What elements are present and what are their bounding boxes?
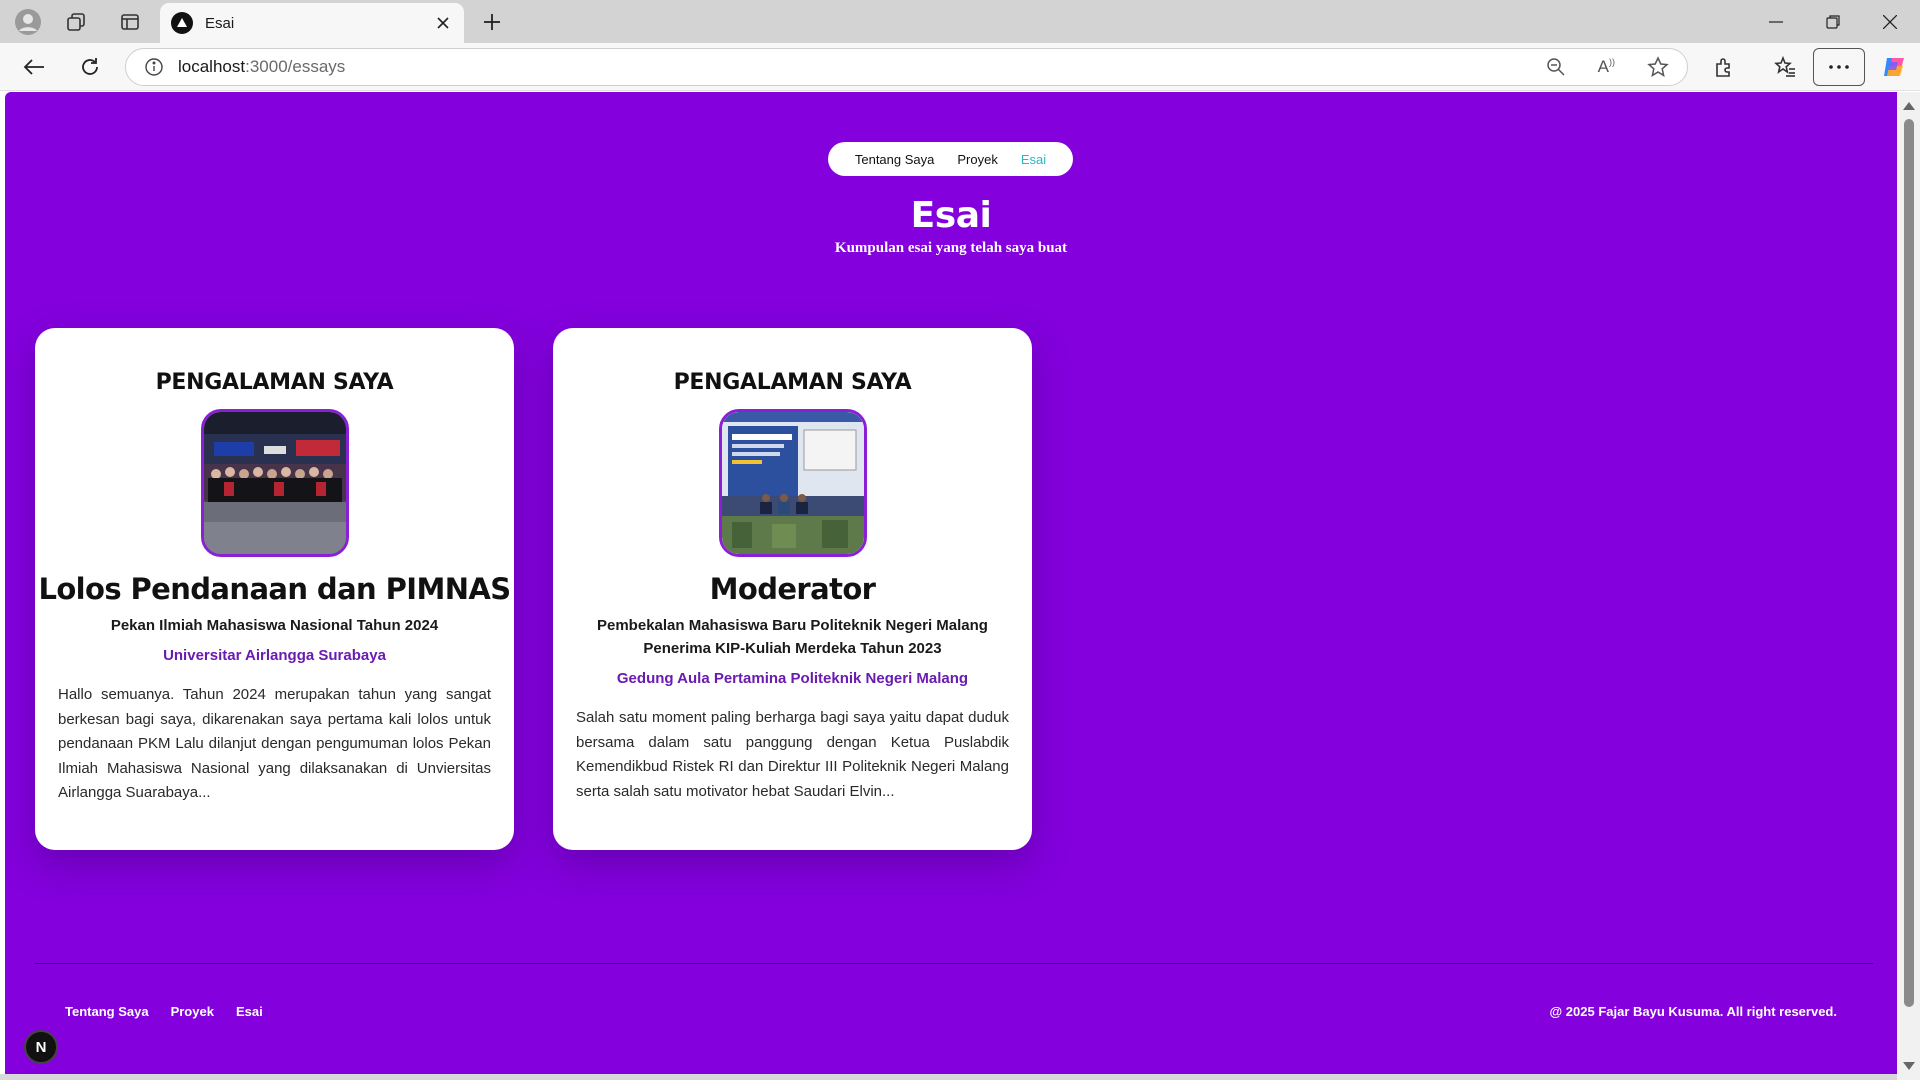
site-favicon-icon bbox=[171, 12, 193, 34]
restore-icon[interactable] bbox=[1805, 0, 1861, 43]
minimize-icon[interactable] bbox=[1748, 0, 1804, 43]
scroll-thumb[interactable] bbox=[1904, 119, 1914, 1007]
page-scrollbar[interactable] bbox=[1897, 92, 1920, 1080]
card-location: Universitar Airlangga Surabaya bbox=[163, 647, 386, 664]
settings-more-icon[interactable] bbox=[1813, 48, 1865, 86]
url-text[interactable]: localhost:3000/essays bbox=[178, 57, 345, 77]
card-title: Moderator bbox=[709, 572, 876, 606]
workspaces-icon[interactable] bbox=[62, 8, 90, 36]
copilot-icon[interactable] bbox=[1880, 53, 1908, 81]
nav-link-proyek[interactable]: Proyek bbox=[957, 152, 997, 167]
essay-photo-group bbox=[201, 409, 349, 557]
card-excerpt: Hallo semuanya. Tahun 2024 merupakan tah… bbox=[58, 686, 491, 801]
page-title: Esai bbox=[910, 195, 992, 236]
card-excerpt: Salah satu moment paling berharga bagi s… bbox=[576, 709, 1009, 800]
card-event: Pekan Ilmiah Mahasiswa Nasional Tahun 20… bbox=[110, 617, 439, 634]
card-event: Pembekalan Mahasiswa Baru Politeknik Neg… bbox=[597, 617, 988, 657]
footer-copyright: @ 2025 Fajar Bayu Kusuma. All right rese… bbox=[1549, 1004, 1837, 1019]
essay-photo-stage bbox=[719, 409, 867, 557]
scroll-down-icon[interactable] bbox=[1903, 1062, 1915, 1070]
favorites-icon[interactable] bbox=[1771, 53, 1799, 81]
card-eyebrow: PENGALAMAN SAYA bbox=[673, 370, 912, 395]
read-aloud-icon[interactable]: A)) bbox=[1598, 57, 1615, 77]
zoom-out-icon[interactable] bbox=[1546, 57, 1566, 77]
page-viewport: Tentang Saya Proyek Esai Esai Kumpulan e… bbox=[5, 92, 1897, 1074]
footer-link-proyek[interactable]: Proyek bbox=[171, 1004, 214, 1019]
favorite-star-icon[interactable] bbox=[1647, 56, 1669, 78]
window-bottom-edge bbox=[0, 1074, 1897, 1080]
card-title: Lolos Pendanaan dan PIMNAS bbox=[38, 572, 511, 606]
card-location: Gedung Aula Pertamina Politeknik Negeri … bbox=[616, 670, 969, 687]
profile-avatar-icon[interactable] bbox=[12, 6, 44, 38]
essay-card[interactable]: PENGALAMAN SAYA Moderator Pembekalan Mah… bbox=[553, 328, 1032, 850]
tab-active[interactable]: Esai bbox=[160, 3, 464, 43]
address-bar[interactable]: localhost:3000/essays A)) bbox=[125, 48, 1688, 86]
essay-card[interactable]: PENGALAMAN SAYA Lolos Pendanaan dan PIMN… bbox=[35, 328, 514, 850]
nav-link-esai[interactable]: Esai bbox=[1021, 152, 1046, 167]
footer-link-esai[interactable]: Esai bbox=[236, 1004, 263, 1019]
tab-actions-icon[interactable] bbox=[116, 8, 144, 36]
top-nav: Tentang Saya Proyek Esai bbox=[828, 142, 1073, 176]
back-arrow-icon[interactable] bbox=[20, 53, 48, 81]
page-subtitle: Kumpulan esai yang telah saya buat bbox=[834, 240, 1068, 256]
tab-title: Esai bbox=[205, 14, 235, 32]
footer-divider bbox=[35, 963, 1873, 964]
footer-link-tentang-saya[interactable]: Tentang Saya bbox=[65, 1004, 149, 1019]
browser-tab-strip: Esai bbox=[0, 0, 1920, 43]
scroll-up-icon[interactable] bbox=[1903, 102, 1915, 110]
close-window-icon[interactable] bbox=[1862, 0, 1918, 43]
browser-toolbar: localhost:3000/essays A)) bbox=[0, 43, 1920, 91]
footer-nav: Tentang Saya Proyek Esai bbox=[65, 1004, 263, 1019]
close-tab-icon[interactable] bbox=[430, 10, 456, 36]
extensions-icon[interactable] bbox=[1710, 53, 1738, 81]
nav-link-tentang-saya[interactable]: Tentang Saya bbox=[855, 152, 935, 167]
site-info-icon[interactable] bbox=[144, 57, 164, 77]
refresh-icon[interactable] bbox=[76, 53, 104, 81]
card-eyebrow: PENGALAMAN SAYA bbox=[155, 370, 394, 395]
new-tab-icon[interactable] bbox=[478, 8, 506, 36]
dev-tools-badge-icon[interactable]: N bbox=[24, 1030, 58, 1064]
